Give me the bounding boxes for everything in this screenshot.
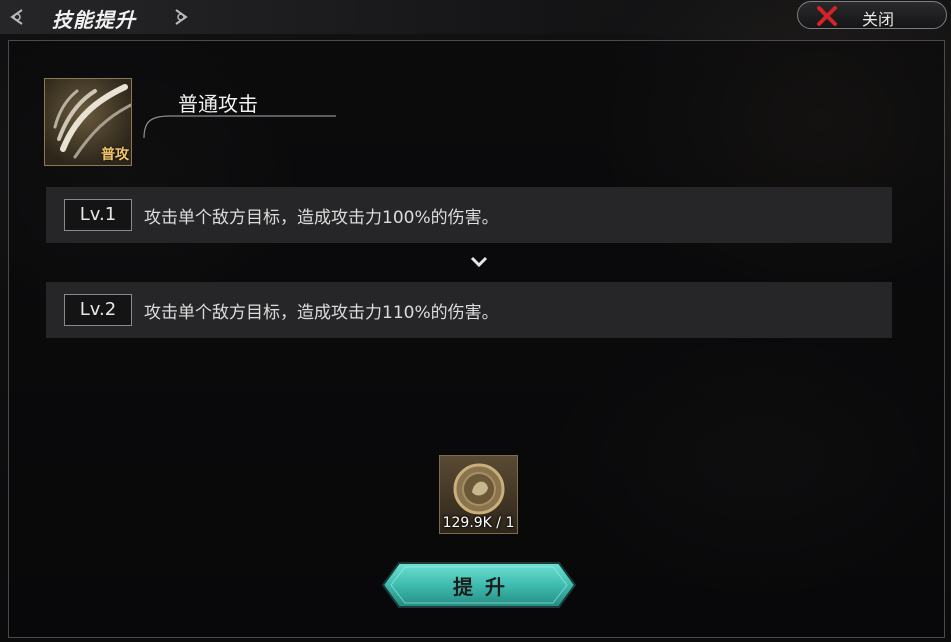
level-row-1: Lv.1 攻击单个敌方目标，造成攻击力100%的伤害。 — [46, 187, 892, 243]
coin-icon — [453, 463, 505, 515]
level-description: 攻击单个敌方目标，造成攻击力110%的伤害。 — [144, 303, 499, 323]
close-icon — [817, 6, 837, 26]
level-label: Lv.2 — [64, 294, 132, 326]
ornament-left-icon — [10, 9, 23, 25]
cost-item-slot[interactable]: 129.9K / 1 — [439, 455, 518, 534]
level-label: Lv.1 — [64, 199, 132, 231]
skill-icon: 普攻 — [44, 78, 132, 166]
title-bar: 技能提升 关闭 — [0, 0, 951, 34]
close-button[interactable]: 关闭 — [797, 1, 947, 29]
close-label: 关闭 — [862, 10, 895, 29]
cost-count: 129.9K / 1 — [442, 515, 515, 531]
upgrade-button[interactable]: 提升 — [381, 560, 577, 610]
ornament-right-icon — [175, 9, 188, 25]
chevron-down-icon — [470, 256, 488, 268]
skill-type-badge: 普攻 — [101, 147, 129, 163]
upgrade-label: 提升 — [453, 575, 517, 599]
level-row-2: Lv.2 攻击单个敌方目标，造成攻击力110%的伤害。 — [46, 282, 892, 338]
level-description: 攻击单个敌方目标，造成攻击力100%的伤害。 — [144, 208, 499, 228]
name-underline — [143, 115, 336, 139]
page-title: 技能提升 — [52, 8, 136, 32]
